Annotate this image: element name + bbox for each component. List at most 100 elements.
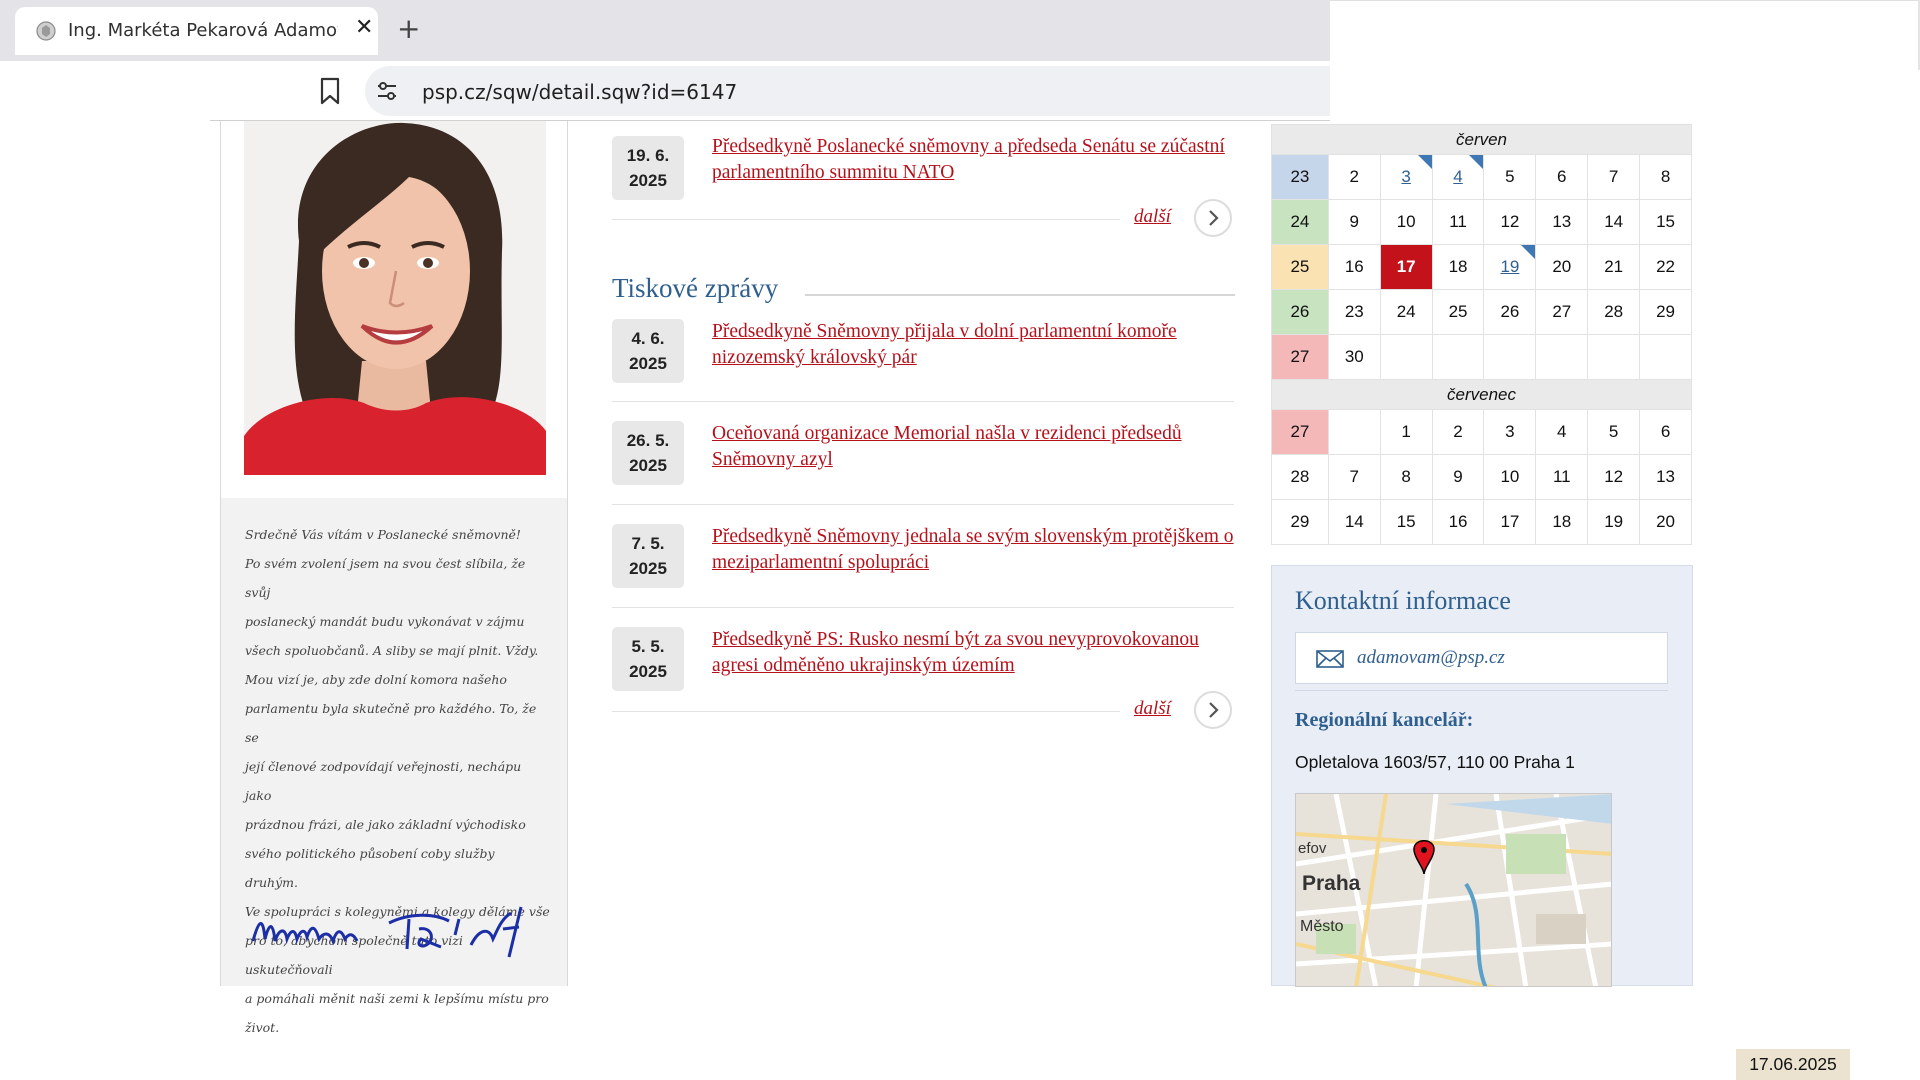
calendar-day: 13	[1535, 199, 1589, 245]
press-link[interactable]: Předsedkyně Sněmovny přijala v dolní par…	[712, 319, 1237, 371]
map-label: efov	[1298, 840, 1327, 857]
tab-title: Ing. Markéta Pekarová Adamová	[68, 20, 338, 41]
welcome-line: Mou vizí je, aby zde dolní komora našeho	[245, 672, 507, 687]
news-item: 19. 6. 2025 Předsedkyně Poslanecké sněmo…	[612, 136, 1235, 206]
calendar-day: 2	[1431, 409, 1485, 455]
press-item: 26. 5. 2025 Oceňovaná organizace Memoria…	[612, 421, 1235, 491]
browser-tab[interactable]: Ing. Markéta Pekarová Adamová ✕	[15, 7, 378, 55]
press-link[interactable]: Oceňovaná organizace Memorial našla v re…	[712, 421, 1237, 473]
press-more-button[interactable]	[1194, 691, 1232, 729]
calendar-day: 18	[1431, 244, 1485, 290]
calendar-day-empty	[1431, 334, 1485, 380]
office-map[interactable]: efov Praha Město	[1295, 793, 1612, 987]
press-date-year: 2025	[629, 662, 667, 681]
event-flag-icon	[1521, 245, 1536, 259]
tab-close-icon[interactable]: ✕	[355, 15, 373, 40]
welcome-line: prázdnou frázi, ale jako základní východ…	[245, 817, 526, 832]
press-link[interactable]: Předsedkyně Sněmovny jednala se svým slo…	[712, 524, 1237, 576]
office-address: Opletalova 1603/57, 110 00 Praha 1	[1295, 752, 1575, 772]
calendar-day: 17	[1483, 499, 1537, 545]
calendar-day: 11	[1431, 199, 1485, 245]
calendar-day: 28	[1587, 289, 1641, 335]
chevron-right-icon	[1209, 702, 1219, 718]
profile-photo	[244, 121, 546, 475]
address-bar[interactable]: psp.cz/sqw/detail.sqw?id=6147	[365, 66, 1330, 116]
news-more-button[interactable]	[1194, 199, 1232, 237]
calendar-day-empty	[1639, 334, 1692, 380]
calendar-day: 12	[1587, 454, 1641, 500]
browser-toolbar: psp.cz/sqw/detail.sqw?id=6147	[0, 61, 1330, 121]
calendar-day: 21	[1587, 244, 1641, 290]
welcome-line: a pomáhali měnit naši zemi k lepšímu mís…	[245, 991, 549, 1006]
calendar-week-number: 28	[1271, 454, 1329, 500]
press-item: 7. 5. 2025 Předsedkyně Sněmovny jednala …	[612, 524, 1235, 594]
date-stamp: 17.06.2025	[1736, 1049, 1850, 1080]
new-tab-icon[interactable]: +	[397, 12, 420, 45]
calendar-day: 7	[1327, 454, 1381, 500]
calendar-day: 16	[1431, 499, 1485, 545]
press-link[interactable]: Předsedkyně PS: Rusko nesmí být za svou …	[712, 627, 1237, 679]
event-flag-icon	[1417, 155, 1432, 169]
press-separator	[612, 607, 1234, 608]
map-label: Praha	[1302, 872, 1361, 895]
calendar-day-empty	[1327, 409, 1381, 455]
section-divider	[805, 294, 1235, 296]
calendar-day: 25	[1431, 289, 1485, 335]
calendar-day: 3	[1483, 409, 1537, 455]
news-date: 19. 6. 2025	[612, 136, 684, 200]
site-settings-icon[interactable]	[376, 81, 398, 101]
calendar-day: 27	[1535, 289, 1589, 335]
email-link[interactable]: adamovam@psp.cz	[1357, 647, 1505, 669]
calendar-day-event[interactable]: 3	[1379, 154, 1433, 200]
news-date-year: 2025	[629, 171, 667, 190]
calendar-day: 12	[1483, 199, 1537, 245]
welcome-line: parlamentu byla skutečně pro každého. To…	[245, 701, 537, 745]
mail-icon	[1316, 650, 1344, 668]
contact-box: Kontaktní informace adamovam@psp.cz Regi…	[1271, 565, 1693, 987]
welcome-line: život.	[245, 1020, 280, 1035]
calendar-day: 30	[1327, 334, 1381, 380]
calendar-day: 18	[1535, 499, 1589, 545]
calendar-month-june: červen	[1271, 124, 1692, 155]
calendar-day: 2	[1327, 154, 1381, 200]
welcome-line: poslanecký mandát budu vykonávat v zájmu	[245, 614, 525, 629]
calendar-day-link[interactable]: 4	[1453, 167, 1462, 186]
welcome-line: Po svém zvolení jsem na svou čest slíbil…	[245, 556, 526, 600]
calendar-day: 9	[1327, 199, 1381, 245]
event-flag-icon	[1469, 155, 1484, 169]
calendar-month-july: červenec	[1271, 379, 1692, 410]
press-date: 7. 5. 2025	[612, 524, 684, 588]
press-date: 26. 5. 2025	[612, 421, 684, 485]
press-section-title: Tiskové zprávy	[612, 273, 779, 303]
calendar-day: 29	[1639, 289, 1692, 335]
news-date-day: 19. 6.	[626, 146, 670, 165]
calendar-day-link[interactable]: 19	[1500, 257, 1519, 276]
press-date-year: 2025	[629, 559, 667, 578]
calendar-day-empty	[1587, 334, 1641, 380]
email-box[interactable]: adamovam@psp.cz	[1295, 632, 1668, 684]
calendar-day-empty	[1379, 334, 1433, 380]
contact-separator	[1295, 690, 1668, 691]
bookmark-icon[interactable]	[319, 77, 341, 105]
news-link[interactable]: Předsedkyně Poslanecké sněmovny a předse…	[712, 134, 1237, 186]
calendar-week-number: 24	[1271, 199, 1329, 245]
press-separator	[612, 504, 1234, 505]
press-item: 5. 5. 2025 Předsedkyně PS: Rusko nesmí b…	[612, 627, 1235, 697]
profile-column: Srdečně Vás vítám v Poslanecké sněmovně!…	[220, 121, 568, 1035]
welcome-line: všech spoluobčanů. A sliby se mají plnit…	[245, 643, 539, 658]
url-text[interactable]: psp.cz/sqw/detail.sqw?id=6147	[422, 80, 737, 104]
press-date: 5. 5. 2025	[612, 627, 684, 691]
news-more-link[interactable]: další	[1134, 206, 1171, 228]
calendar-day-event[interactable]: 4	[1431, 154, 1485, 200]
calendar-day-event[interactable]: 19	[1483, 244, 1537, 290]
window-edge	[1330, 0, 1920, 1]
press-more-link[interactable]: další	[1134, 698, 1171, 720]
calendar-day: 9	[1431, 454, 1485, 500]
welcome-line: její členové zodpovídají veřejnosti, nec…	[245, 759, 522, 803]
press-separator	[612, 401, 1234, 402]
calendar-day-link[interactable]: 3	[1401, 167, 1410, 186]
press-separator	[612, 711, 1120, 712]
calendar: červen 23 2 3 4 5 6 7 8 24 9 10 11 12 13…	[1271, 124, 1692, 545]
press-date-day: 4. 6.	[631, 329, 665, 348]
calendar-day: 26	[1483, 289, 1537, 335]
